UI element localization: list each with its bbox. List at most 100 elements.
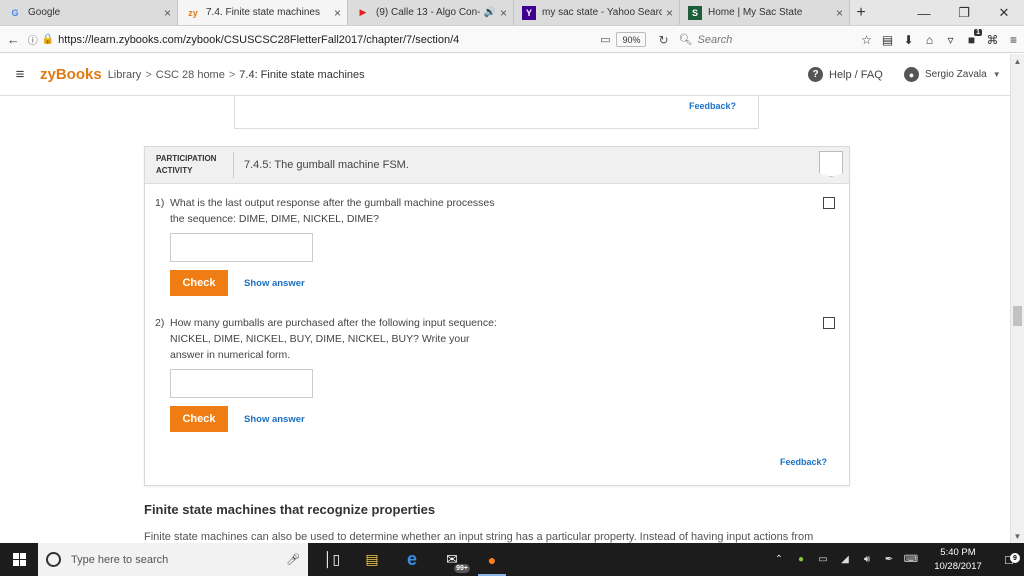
show-hidden-icons-icon[interactable]: ⌃	[768, 554, 790, 565]
microphone-icon[interactable]: 🎤︎	[286, 553, 300, 566]
tab-google[interactable]: G Google ×	[0, 0, 178, 25]
edge-browser-icon[interactable]: e	[392, 543, 432, 576]
browser-search-box[interactable]: 🔍︎ Search	[679, 30, 848, 50]
back-arrow-icon[interactable]: ←	[3, 29, 24, 51]
tab-close-icon[interactable]: ×	[334, 6, 341, 20]
hamburger-menu-icon[interactable]: ≡	[0, 66, 40, 83]
user-menu[interactable]: ● Sergio Zavala ▼	[904, 67, 1001, 82]
windows-taskbar: Type here to search 🎤︎ │▯ ▤ e ✉ 99+ ● ⌃ ●…	[0, 543, 1024, 576]
app-tray-icon[interactable]: ●	[790, 554, 812, 565]
zoom-level[interactable]: 90%	[616, 32, 647, 47]
reader-mode-icon[interactable]: ▭	[600, 33, 610, 46]
show-answer-button[interactable]: Show answer	[244, 278, 305, 289]
tab-close-icon[interactable]: ×	[500, 6, 507, 20]
zybooks-favicon-icon: zy	[188, 7, 198, 18]
clock-date: 10/28/2017	[934, 560, 982, 572]
info-icon[interactable]: ⓘ	[28, 32, 38, 47]
breadcrumb-separator: >	[145, 68, 152, 81]
browser-tab-strip: G Google × zy 7.4. Finite state machines…	[0, 0, 1024, 26]
check-button[interactable]: Check	[170, 406, 228, 432]
yahoo-favicon-icon: Y	[522, 5, 536, 20]
clock-time: 5:40 PM	[940, 546, 976, 558]
youtube-favicon-icon: ▶	[359, 7, 367, 17]
system-tray: ⌃ ● ▭ ◢ 🔊︎ ✒ ⌨ 5:40 PM 10/28/2017 □ 9	[768, 543, 1024, 576]
wifi-icon[interactable]: ◢	[834, 554, 856, 565]
taskbar-clock[interactable]: 5:40 PM 10/28/2017	[922, 546, 994, 574]
bookmark-star-icon[interactable]: ☆	[856, 33, 877, 47]
breadcrumb-course-home[interactable]: CSC 28 home	[156, 69, 225, 81]
taskbar-apps: │▯ ▤ e ✉ 99+ ●	[312, 543, 512, 576]
browser-toolbar: ☆ ▤ ⬇ ⌂ ▿ ■ 1 ⌘ ≡	[856, 28, 1024, 47]
tab-yahoo[interactable]: Y my sac state - Yahoo Search ×	[514, 0, 680, 25]
question-status-checkbox	[823, 317, 835, 329]
tab-close-icon[interactable]: ×	[666, 6, 673, 20]
question-text: What is the last output response after t…	[170, 197, 495, 225]
activity-type-label: PARTICIPATION ACTIVITY	[156, 152, 234, 178]
help-faq-link[interactable]: ? Help / FAQ	[808, 67, 883, 82]
home-icon[interactable]: ⌂	[919, 33, 940, 47]
tab-title: my sac state - Yahoo Search	[542, 7, 662, 18]
feedback-link[interactable]: Feedback?	[689, 101, 736, 111]
notification-count: 9	[1010, 553, 1020, 563]
reading-list-icon[interactable]: ▤	[877, 33, 898, 47]
tab-title: Google	[28, 7, 61, 18]
answer-input[interactable]	[170, 369, 313, 398]
close-window-icon[interactable]: ✕	[984, 0, 1024, 26]
volume-icon[interactable]: 🔊︎	[856, 554, 878, 565]
minimize-icon[interactable]: —	[904, 0, 944, 26]
new-tab-button[interactable]: +	[850, 0, 872, 25]
action-center-icon[interactable]: □ 9	[994, 552, 1024, 567]
google-favicon-icon: G	[11, 7, 19, 18]
taskbar-search-placeholder: Type here to search	[71, 553, 169, 566]
sac-state-favicon-icon: S	[688, 5, 702, 20]
scrollbar-thumb[interactable]	[1013, 306, 1022, 326]
file-explorer-icon[interactable]: ▤	[352, 543, 392, 576]
question-number: 2)	[155, 317, 165, 329]
battery-icon[interactable]: ▭	[812, 554, 834, 565]
task-view-icon[interactable]: │▯	[312, 543, 352, 576]
search-icon: 🔍︎	[678, 34, 693, 46]
scroll-up-icon[interactable]: ▲	[1011, 54, 1024, 68]
breadcrumb-separator: >	[228, 68, 236, 81]
check-button[interactable]: Check	[170, 270, 228, 296]
breadcrumb: Library > CSC 28 home > 7.4: Finite stat…	[108, 69, 365, 81]
zybooks-logo[interactable]: zyBooks	[40, 66, 102, 83]
start-button[interactable]	[0, 543, 38, 576]
firefox-icon[interactable]: ●	[472, 543, 512, 576]
user-name: Sergio Zavala	[925, 69, 987, 80]
tab-close-icon[interactable]: ×	[164, 6, 171, 20]
keyboard-icon[interactable]: ⌨	[900, 554, 922, 565]
tab-youtube[interactable]: ▶ (9) Calle 13 - Algo Con-S 🔊 ×	[348, 0, 514, 25]
reload-icon[interactable]: ↻	[658, 33, 668, 47]
extension-badge: 1	[974, 28, 982, 36]
show-answer-button[interactable]: Show answer	[244, 414, 305, 425]
zybooks-header: ≡ zyBooks Library > CSC 28 home > 7.4: F…	[0, 54, 1010, 96]
question-2: 2) How many gumballs are purchased after…	[155, 315, 835, 432]
download-icon[interactable]: ⬇	[898, 33, 919, 47]
question-text: How many gumballs are purchased after th…	[170, 317, 497, 361]
lock-icon: 🔒	[41, 34, 55, 45]
tab-zybooks[interactable]: zy 7.4. Finite state machines ×	[178, 0, 348, 25]
breadcrumb-library[interactable]: Library	[108, 69, 142, 81]
completion-flag-icon	[819, 151, 843, 177]
tab-my-sac-state[interactable]: S Home | My Sac State ×	[680, 0, 850, 25]
previous-activity-card: Feedback?	[234, 96, 759, 129]
pen-icon[interactable]: ✒	[878, 554, 900, 565]
address-bar[interactable]: ⓘ 🔒 https://learn.zybooks.com/zybook/CSU…	[28, 30, 600, 50]
question-number: 1)	[155, 197, 165, 209]
tab-title: (9) Calle 13 - Algo Con-S	[376, 7, 480, 18]
taskbar-search-box[interactable]: Type here to search 🎤︎	[38, 543, 308, 576]
extension-icon[interactable]: ■ 1	[961, 28, 982, 47]
pocket-icon[interactable]: ▿	[940, 33, 961, 47]
feedback-link[interactable]: Feedback?	[780, 457, 827, 467]
speaker-icon[interactable]: 🔊	[484, 7, 496, 18]
mail-icon[interactable]: ✉ 99+	[432, 543, 472, 576]
page-scrollbar[interactable]: ▲ ▼	[1010, 54, 1024, 543]
scroll-down-icon[interactable]: ▼	[1011, 529, 1024, 543]
restore-icon[interactable]: ❐	[944, 0, 984, 26]
tab-close-icon[interactable]: ×	[836, 6, 843, 20]
avatar-icon: ●	[904, 67, 919, 82]
puzzle-icon[interactable]: ⌘	[982, 33, 1003, 47]
answer-input[interactable]	[170, 233, 313, 262]
menu-icon[interactable]: ≡	[1003, 33, 1024, 47]
